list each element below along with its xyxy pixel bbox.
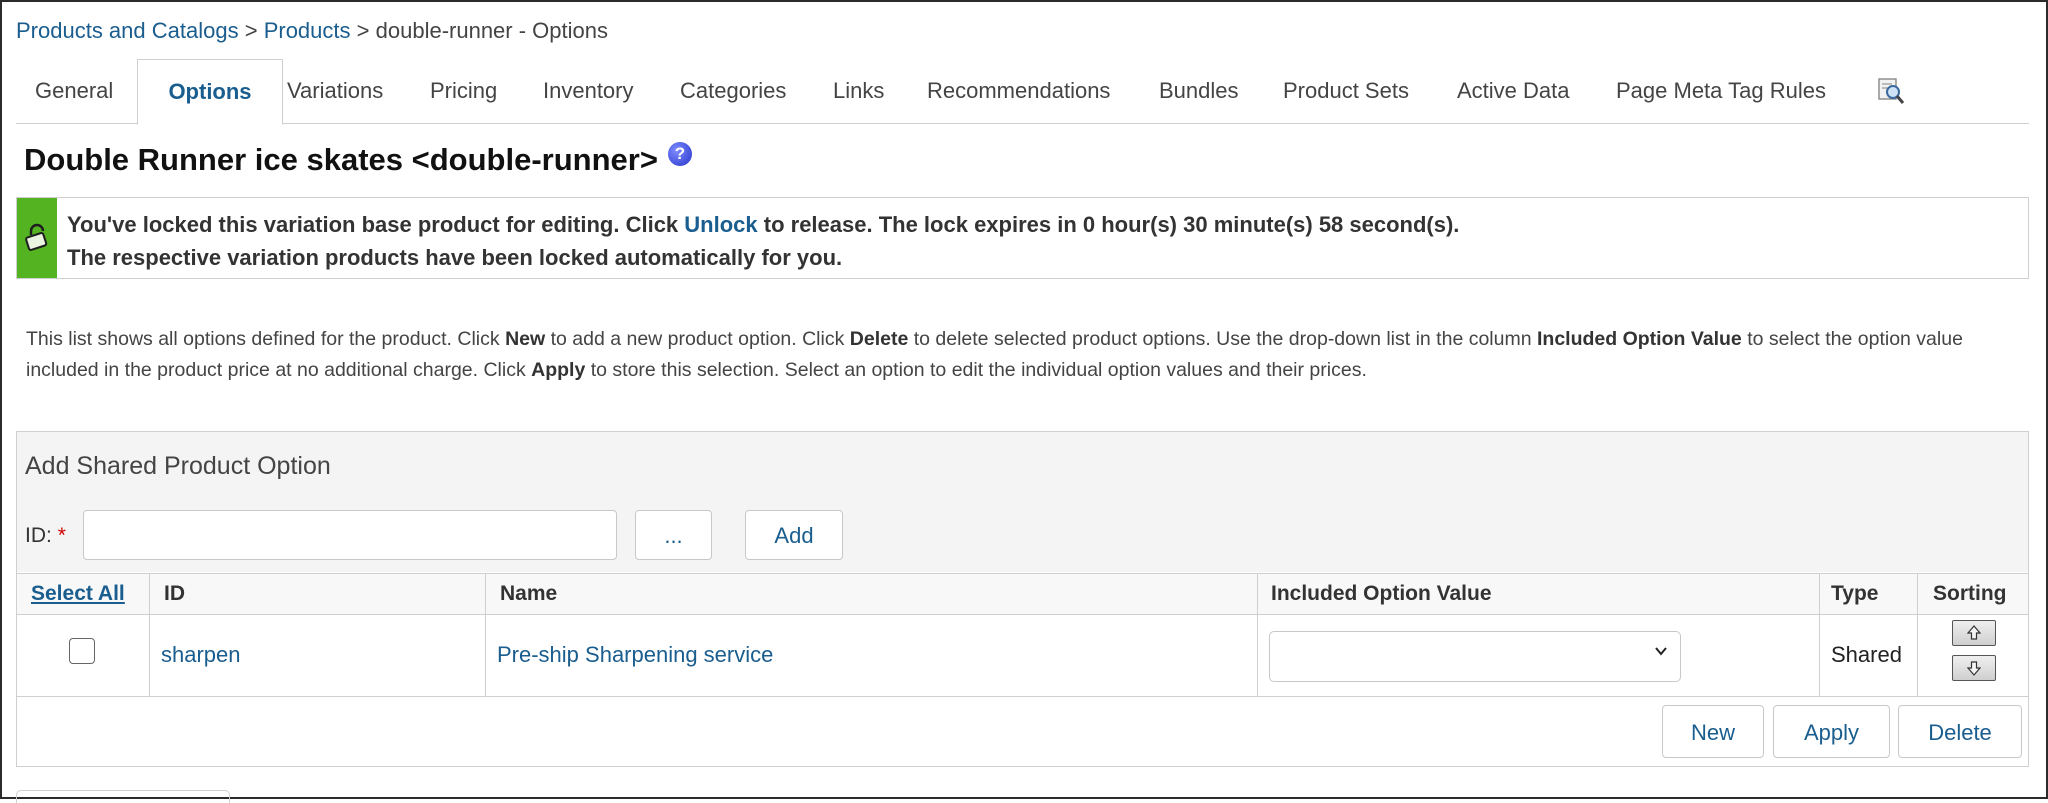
tab-search[interactable] xyxy=(1876,59,1908,123)
breadcrumb-products-and-catalogs[interactable]: Products and Catalogs xyxy=(16,18,239,43)
required-marker: * xyxy=(57,524,66,547)
arrow-down-icon xyxy=(1967,661,1981,676)
tab-options[interactable]: Options xyxy=(137,59,283,125)
column-header-id: ID xyxy=(164,582,185,605)
tab-variations[interactable]: Variations xyxy=(287,59,383,123)
lock-message: You've locked this variation base produc… xyxy=(16,197,2029,279)
tab-recommendations[interactable]: Recommendations xyxy=(927,59,1110,123)
arrow-up-icon xyxy=(1967,625,1981,640)
desc-bold: Delete xyxy=(849,328,909,350)
new-button[interactable]: New xyxy=(1662,705,1764,758)
included-option-value-select[interactable] xyxy=(1269,631,1681,682)
desc-bold: Included Option Value xyxy=(1537,328,1742,350)
breadcrumb-separator: > xyxy=(356,18,370,43)
desc-bold: New xyxy=(505,328,546,350)
desc-bold: Apply xyxy=(531,359,586,381)
section-title: Add Shared Product Option xyxy=(25,452,331,480)
search-icon xyxy=(1878,78,1905,104)
add-button[interactable]: Add xyxy=(745,510,843,560)
row-select-checkbox[interactable] xyxy=(69,638,95,664)
page-title: Double Runner ice skates <double-runner> xyxy=(24,142,658,177)
tab-pricing[interactable]: Pricing xyxy=(430,59,497,123)
tab-page-meta-tag-rules[interactable]: Page Meta Tag Rules xyxy=(1616,59,1826,123)
tab-bundles[interactable]: Bundles xyxy=(1159,59,1239,123)
breadcrumb-products[interactable]: Products xyxy=(264,18,351,43)
desc-part: to store this selection. Select an optio… xyxy=(585,359,1367,381)
tab-active-data[interactable]: Active Data xyxy=(1457,59,1570,123)
lock-message-part: to release. The lock expires in 0 hour(s… xyxy=(757,212,1460,237)
tab-bar: General Options Variations Pricing Inven… xyxy=(16,59,2029,125)
delete-button[interactable]: Delete xyxy=(1898,705,2022,758)
desc-part: This list shows all options defined for … xyxy=(26,328,506,350)
chevron-down-icon xyxy=(1655,647,1667,656)
lock-message-line2: The respective variation products have b… xyxy=(67,245,843,270)
lock-message-text: You've locked this variation base produc… xyxy=(67,208,1459,274)
apply-button[interactable]: Apply xyxy=(1773,705,1890,758)
column-header-included-option-value: Included Option Value xyxy=(1271,582,1492,605)
column-header-sorting: Sorting xyxy=(1933,582,2007,605)
tab-product-sets[interactable]: Product Sets xyxy=(1283,59,1409,123)
tab-categories[interactable]: Categories xyxy=(680,59,786,123)
select-all-link[interactable]: Select All xyxy=(31,582,125,605)
options-panel: Add Shared Product Option ID: * ... Add … xyxy=(16,431,2029,767)
table-header: Select All ID Name Included Option Value… xyxy=(17,573,2028,615)
option-id-link[interactable]: sharpen xyxy=(161,614,241,696)
option-type: Shared xyxy=(1831,642,1902,667)
lock-status-strip xyxy=(17,198,57,278)
add-shared-option-section: Add Shared Product Option ID: * ... Add xyxy=(17,432,2028,572)
lock-icon xyxy=(25,223,48,251)
move-down-button[interactable] xyxy=(1952,655,1996,681)
option-name-link[interactable]: Pre-ship Sharpening service xyxy=(497,614,773,696)
unlock-link[interactable]: Unlock xyxy=(684,212,757,237)
breadcrumb-current: double-runner - Options xyxy=(375,18,608,43)
help-icon[interactable]: ? xyxy=(668,142,692,166)
option-id-input[interactable] xyxy=(83,510,617,560)
lock-message-part: You've locked this variation base produc… xyxy=(67,212,685,237)
tab-general[interactable]: General xyxy=(35,59,113,123)
breadcrumb-separator: > xyxy=(244,18,258,43)
table-row: sharpen Pre-ship Sharpening service Shar… xyxy=(17,614,2028,697)
partial-panel-edge xyxy=(16,790,230,803)
breadcrumb: Products and Catalogs > Products > doubl… xyxy=(16,18,608,44)
tab-inventory[interactable]: Inventory xyxy=(543,59,634,123)
column-header-name: Name xyxy=(500,582,558,605)
column-header-type: Type xyxy=(1831,582,1879,605)
desc-part: to delete selected product options. Use … xyxy=(908,328,1537,350)
move-up-button[interactable] xyxy=(1952,620,1996,646)
tab-links[interactable]: Links xyxy=(833,59,884,123)
id-label: ID: * xyxy=(25,524,66,548)
browse-button[interactable]: ... xyxy=(635,510,712,560)
id-label-text: ID: xyxy=(25,524,52,547)
desc-part: to add a new product option. Click xyxy=(545,328,850,350)
description-text: This list shows all options defined for … xyxy=(26,324,2016,386)
